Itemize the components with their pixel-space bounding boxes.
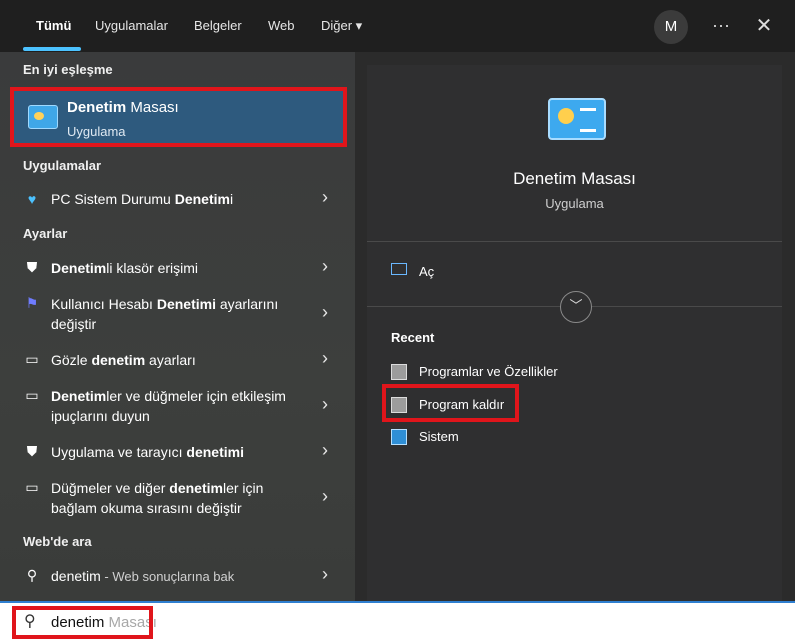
divider [367,241,782,242]
setting-result-eye-control[interactable]: ▭ Gözle denetim ayarları › [0,348,355,372]
control-panel-icon [28,105,58,129]
chevron-right-icon: › [322,564,328,584]
app-result-pc-health[interactable]: ♥ PC Sistem Durumu Denetimi › [0,187,355,213]
chevron-right-icon: › [322,394,328,414]
highlight-uninstall-program [382,384,519,422]
web-search-result[interactable]: ⚲ denetim - Web sonuçlarına bak › [0,564,355,588]
setting-result-interaction-hints[interactable]: ▭ Denetimler ve düğmeler için etkileşim … [0,384,355,428]
highlight-search-text [12,606,153,639]
setting-result-app-browser-control[interactable]: ⛊ Uygulama ve tarayıcı denetimi › [0,440,355,464]
result-label: Düğmeler ve diğer denetimler için bağlam… [51,480,264,516]
avatar[interactable]: M [654,10,688,44]
tab-more[interactable]: Diğer ▾ [321,0,362,52]
result-label: Gözle denetim ayarları [51,352,196,368]
monitor-speaker-icon: ▭ [25,387,39,403]
monitor-icon: ▭ [25,351,39,367]
setting-result-folder-access[interactable]: ⛊ Denetimli klasör erişimi › [0,256,355,280]
monitor-speaker-icon: ▭ [25,479,39,495]
section-settings: Ayarlar [23,226,68,241]
preview-subtitle: Uygulama [545,196,604,211]
tab-web[interactable]: Web [268,0,295,52]
best-match-subtitle: Uygulama [67,124,126,139]
shield-icon: ⛊ [26,259,38,275]
heart-pulse-icon: ♥ [27,191,37,207]
tab-documents[interactable]: Belgeler [194,0,242,52]
tab-all[interactable]: Tümü [36,0,71,52]
chevron-right-icon: › [322,348,328,368]
best-match-control-panel[interactable]: Denetim Masası Uygulama [10,87,347,147]
recent-label: Sistem [419,429,459,444]
section-best-match: En iyi eşleşme [23,62,113,77]
programs-icon [391,364,407,380]
result-label: Uygulama ve tarayıcı denetimi [51,444,244,460]
setting-result-reading-order[interactable]: ▭ Düğmeler ve diğer denetimler için bağl… [0,476,355,520]
flag-icon: ⚑ [25,295,39,311]
recent-item-system[interactable]: Sistem [391,427,491,447]
shield-icon: ⛊ [26,443,38,459]
result-label: denetim - Web sonuçlarına bak [51,568,235,584]
more-options-icon[interactable]: ··· [708,12,734,40]
recent-label: Programlar ve Özellikler [419,364,558,379]
search-icon: ⚲ [26,567,38,583]
chevron-down-icon[interactable]: ﹀ [560,291,592,323]
section-web: Web'de ara [23,534,92,549]
tab-apps[interactable]: Uygulamalar [95,0,168,52]
chevron-right-icon: › [322,187,328,207]
preview-title: Denetim Masası [513,169,636,188]
result-label: Denetimli klasör erişimi [51,260,199,276]
chevron-right-icon: › [322,486,328,506]
tab-active-indicator [23,47,81,51]
setting-result-uac[interactable]: ⚑ Kullanıcı Hesabı Denetimi ayarlarını d… [0,292,355,336]
section-apps: Uygulamalar [23,158,102,173]
chevron-right-icon: › [322,256,328,276]
control-panel-icon [548,98,606,140]
chevron-right-icon: › [322,302,328,322]
recent-item-programs-features[interactable]: Programlar ve Özellikler [391,362,591,382]
chevron-right-icon: › [322,440,328,460]
result-label: Denetimler ve düğmeler için etkileşim ip… [51,388,286,424]
recent-heading: Recent [391,330,435,345]
open-label: Aç [419,264,435,279]
search-top-bar: Tümü Uygulamalar Belgeler Web Diğer ▾ M … [0,0,795,52]
result-label: PC Sistem Durumu Denetimi [51,191,234,207]
best-match-title: Denetim Masası [67,99,179,116]
result-label: Kullanıcı Hesabı Denetimi ayarlarını değ… [51,296,279,332]
close-icon[interactable]: ✕ [752,12,776,40]
system-icon [391,429,407,445]
open-icon [391,263,407,275]
